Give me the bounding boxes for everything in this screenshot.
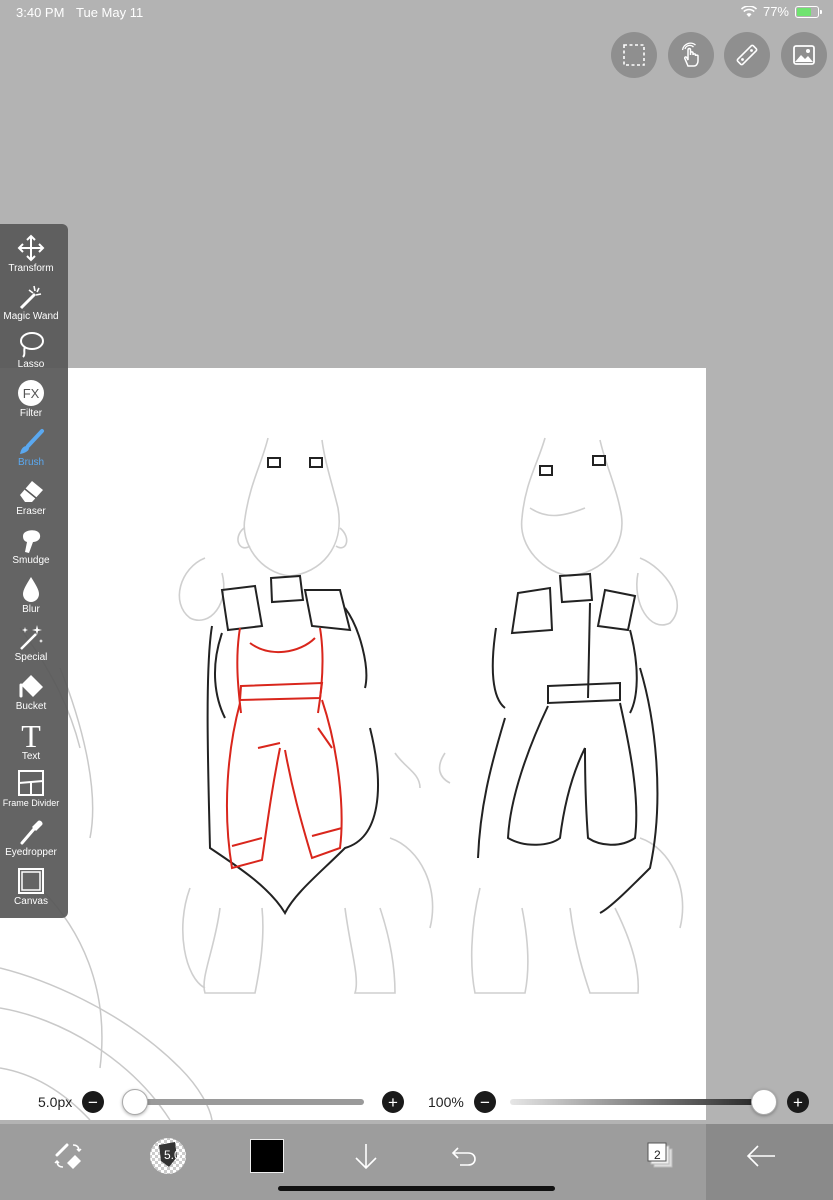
tool-magic-wand-label: Magic Wand	[3, 311, 59, 322]
tool-frame-divider-label: Frame Divider	[2, 798, 60, 808]
tool-palette: Transform Magic Wand Lasso FX Filter Bru…	[0, 224, 68, 918]
layer-count: 2	[654, 1148, 661, 1162]
tool-filter-label: Filter	[19, 408, 43, 419]
current-color-swatch	[250, 1139, 284, 1173]
undo-button[interactable]	[444, 1136, 484, 1176]
brush-size-decrease-button[interactable]: −	[82, 1091, 104, 1113]
battery-icon	[795, 5, 822, 18]
tool-canvas[interactable]: Canvas	[0, 867, 62, 907]
hand-touch-icon	[681, 42, 699, 67]
brush-size-slider-knob[interactable]	[122, 1089, 148, 1115]
opacity-value: 100%	[428, 1094, 464, 1110]
canvas-frame-icon	[18, 868, 44, 894]
selection-button[interactable]	[611, 32, 657, 78]
tool-lasso[interactable]: Lasso	[0, 330, 62, 370]
sketch-artwork	[0, 437, 684, 1120]
tool-smudge[interactable]: Smudge	[0, 526, 62, 566]
tool-text[interactable]: T Text	[0, 720, 62, 762]
home-indicator[interactable]	[278, 1186, 555, 1191]
brush-eraser-swap-icon	[54, 1143, 82, 1169]
frame-divider-icon	[18, 770, 44, 796]
layers-button[interactable]: 2	[641, 1136, 681, 1176]
tool-bucket-label: Bucket	[15, 701, 47, 712]
brush-preview-button[interactable]: 5.0	[148, 1136, 188, 1176]
arrow-down-icon	[355, 1144, 377, 1170]
tool-smudge-label: Smudge	[12, 555, 50, 566]
lasso-icon	[20, 332, 44, 358]
text-t-icon: T	[21, 720, 41, 750]
eraser-icon	[20, 481, 43, 502]
magic-wand-icon	[19, 285, 42, 310]
status-bar: 3:40 PM Tue May 11 77%	[0, 0, 833, 24]
tool-eyedropper-label: Eyedropper	[5, 847, 57, 858]
ruler-icon	[736, 44, 758, 66]
tool-transform-label: Transform	[8, 263, 54, 274]
wifi-icon	[740, 5, 757, 17]
status-time: 3:40 PM	[16, 5, 65, 20]
fx-filter-icon: FX	[18, 380, 44, 406]
drawing-canvas[interactable]	[0, 368, 706, 1120]
color-swatch-button[interactable]	[247, 1136, 287, 1176]
opacity-decrease-button[interactable]: −	[474, 1091, 496, 1113]
brush-preview-size: 5.0	[164, 1148, 181, 1162]
tool-text-label: Text	[21, 751, 41, 762]
back-button[interactable]	[741, 1136, 781, 1176]
tool-special-label: Special	[14, 652, 48, 663]
brush-slider-band: 5.0px − + 100% − +	[0, 1080, 833, 1124]
tool-eyedropper[interactable]: Eyedropper	[0, 818, 62, 858]
status-date: Tue May 11	[76, 5, 144, 20]
arrow-left-icon	[746, 1145, 775, 1167]
tool-lasso-label: Lasso	[17, 359, 45, 370]
tool-blur-label: Blur	[22, 604, 40, 615]
status-right: 77%	[740, 4, 822, 19]
material-button[interactable]	[781, 32, 827, 78]
text-t-glyph: T	[21, 720, 41, 750]
eyedropper-icon	[20, 820, 43, 845]
brush-icon	[20, 429, 44, 454]
sparkle-wand-icon	[20, 625, 43, 650]
droplet-icon	[23, 577, 39, 602]
tool-blur[interactable]: Blur	[0, 575, 62, 615]
fx-icon-text: FX	[23, 386, 40, 401]
brush-size-increase-button[interactable]: +	[382, 1091, 404, 1113]
smudge-finger-icon	[23, 530, 41, 553]
tool-magic-wand[interactable]: Magic Wand	[0, 282, 62, 322]
paint-bucket-icon	[19, 675, 43, 698]
tool-bucket[interactable]: Bucket	[0, 672, 62, 712]
opacity-slider-knob[interactable]	[751, 1089, 777, 1115]
undo-arrow-icon	[451, 1147, 476, 1166]
tool-brush[interactable]: Brush	[0, 428, 62, 468]
tool-canvas-label: Canvas	[14, 896, 48, 907]
opacity-slider[interactable]	[510, 1099, 764, 1105]
move-arrows-icon	[17, 234, 45, 262]
tool-brush-label: Brush	[17, 457, 45, 468]
tool-eraser-label: Eraser	[16, 506, 46, 517]
tool-filter[interactable]: FX Filter	[0, 379, 62, 419]
opacity-increase-button[interactable]: +	[787, 1091, 809, 1113]
tool-transform[interactable]: Transform	[0, 234, 62, 274]
tool-special[interactable]: Special	[0, 623, 62, 663]
dashed-selection-icon	[623, 44, 645, 66]
brush-size-slider[interactable]	[124, 1099, 364, 1105]
brush-size-value: 5.0px	[38, 1094, 73, 1110]
layer-down-button[interactable]	[346, 1136, 386, 1176]
brush-eraser-toggle-button[interactable]	[48, 1136, 88, 1176]
gesture-button[interactable]	[668, 32, 714, 78]
tool-eraser[interactable]: Eraser	[0, 477, 62, 517]
ruler-button[interactable]	[724, 32, 770, 78]
tool-frame-divider[interactable]: Frame Divider	[0, 769, 62, 808]
image-icon	[793, 45, 815, 65]
layers-stack-icon	[647, 1142, 673, 1168]
battery-percent: 77%	[762, 4, 789, 19]
